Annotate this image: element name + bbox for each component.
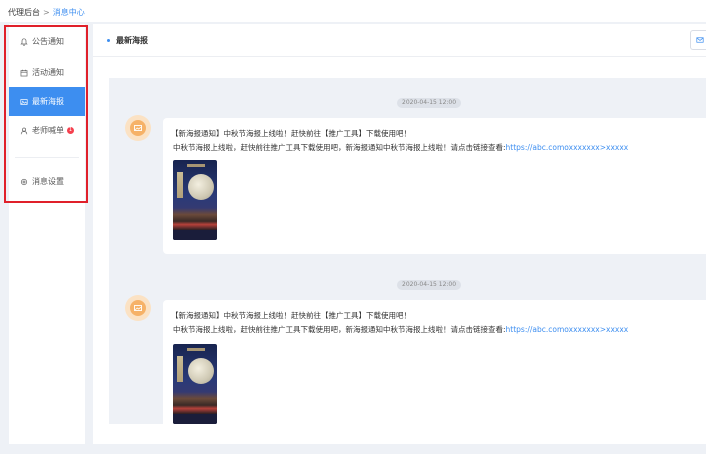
message-body-text: 中秋节海报上线啦，赶快前往推广工具下载使用吧，新海报通知中秋节海报上线啦！请点击… [173, 143, 506, 152]
tab-latest-posters[interactable]: 最新海报 [107, 35, 148, 46]
message-timestamp: 2020-04-15 12:00 [397, 280, 462, 290]
poster-thumbnail-title [177, 356, 183, 382]
poster-thumbnail-base [173, 414, 217, 424]
active-dot [107, 39, 110, 42]
poster-thumbnail[interactable] [173, 160, 217, 240]
breadcrumb-root[interactable]: 代理后台 [8, 8, 40, 17]
message-list[interactable]: 2020-04-15 12:00 【新海报通知】中秋节海报上线啦！赶快前往【推广… [109, 78, 706, 424]
tab-label: 最新海报 [116, 36, 148, 45]
breadcrumb-current: 消息中心 [52, 8, 85, 17]
message-link[interactable]: https://abc.comoxxxxxxx>xxxxx [506, 143, 629, 152]
message-link[interactable]: https://abc.comoxxxxxxx>xxxxx [506, 325, 629, 334]
message-bubble: 【新海报通知】中秋节海报上线啦！赶快前往【推广工具】下载使用吧！ 中秋节海报上线… [163, 118, 706, 254]
poster-thumbnail-moon [188, 174, 214, 200]
poster-thumbnail-moon [188, 358, 214, 384]
avatar [125, 295, 151, 321]
message-body-text: 中秋节海报上线啦，赶快前往推广工具下载使用吧，新海报通知中秋节海报上线啦！请点击… [173, 325, 506, 334]
poster-thumbnail-roofs [173, 392, 217, 414]
message-body: 中秋节海报上线啦，赶快前往推广工具下载使用吧，新海报通知中秋节海报上线啦！请点击… [173, 324, 628, 335]
poster-thumbnail-logo [187, 164, 205, 167]
poster-thumbnail[interactable] [173, 344, 217, 424]
poster-thumbnail-base [173, 230, 217, 240]
image-icon [133, 123, 143, 133]
mail-button[interactable] [690, 30, 706, 50]
message-title: 【新海报通知】中秋节海报上线啦！赶快前往【推广工具】下载使用吧！ [171, 129, 411, 138]
main-panel: 最新海报 2020-04-15 12:00 【新海报通知】中秋节海报上线啦！赶快… [93, 24, 706, 444]
poster-thumbnail-logo [187, 348, 205, 351]
tab-bar: 最新海报 [93, 24, 706, 57]
message-body: 中秋节海报上线啦，赶快前往推广工具下载使用吧，新海报通知中秋节海报上线啦！请点击… [173, 142, 628, 153]
sidebar-highlight-frame [4, 25, 88, 203]
breadcrumb: 代理后台 > 消息中心 [8, 7, 85, 18]
breadcrumb-separator: > [43, 8, 50, 17]
image-icon [133, 303, 143, 313]
poster-thumbnail-title [177, 172, 183, 198]
avatar [125, 115, 151, 141]
mail-icon [696, 36, 704, 44]
message-title: 【新海报通知】中秋节海报上线啦！赶快前往【推广工具】下载使用吧！ [171, 311, 411, 320]
message-timestamp: 2020-04-15 12:00 [397, 98, 462, 108]
message-bubble: 【新海报通知】中秋节海报上线啦！赶快前往【推广工具】下载使用吧！ 中秋节海报上线… [163, 300, 706, 424]
poster-thumbnail-roofs [173, 208, 217, 230]
